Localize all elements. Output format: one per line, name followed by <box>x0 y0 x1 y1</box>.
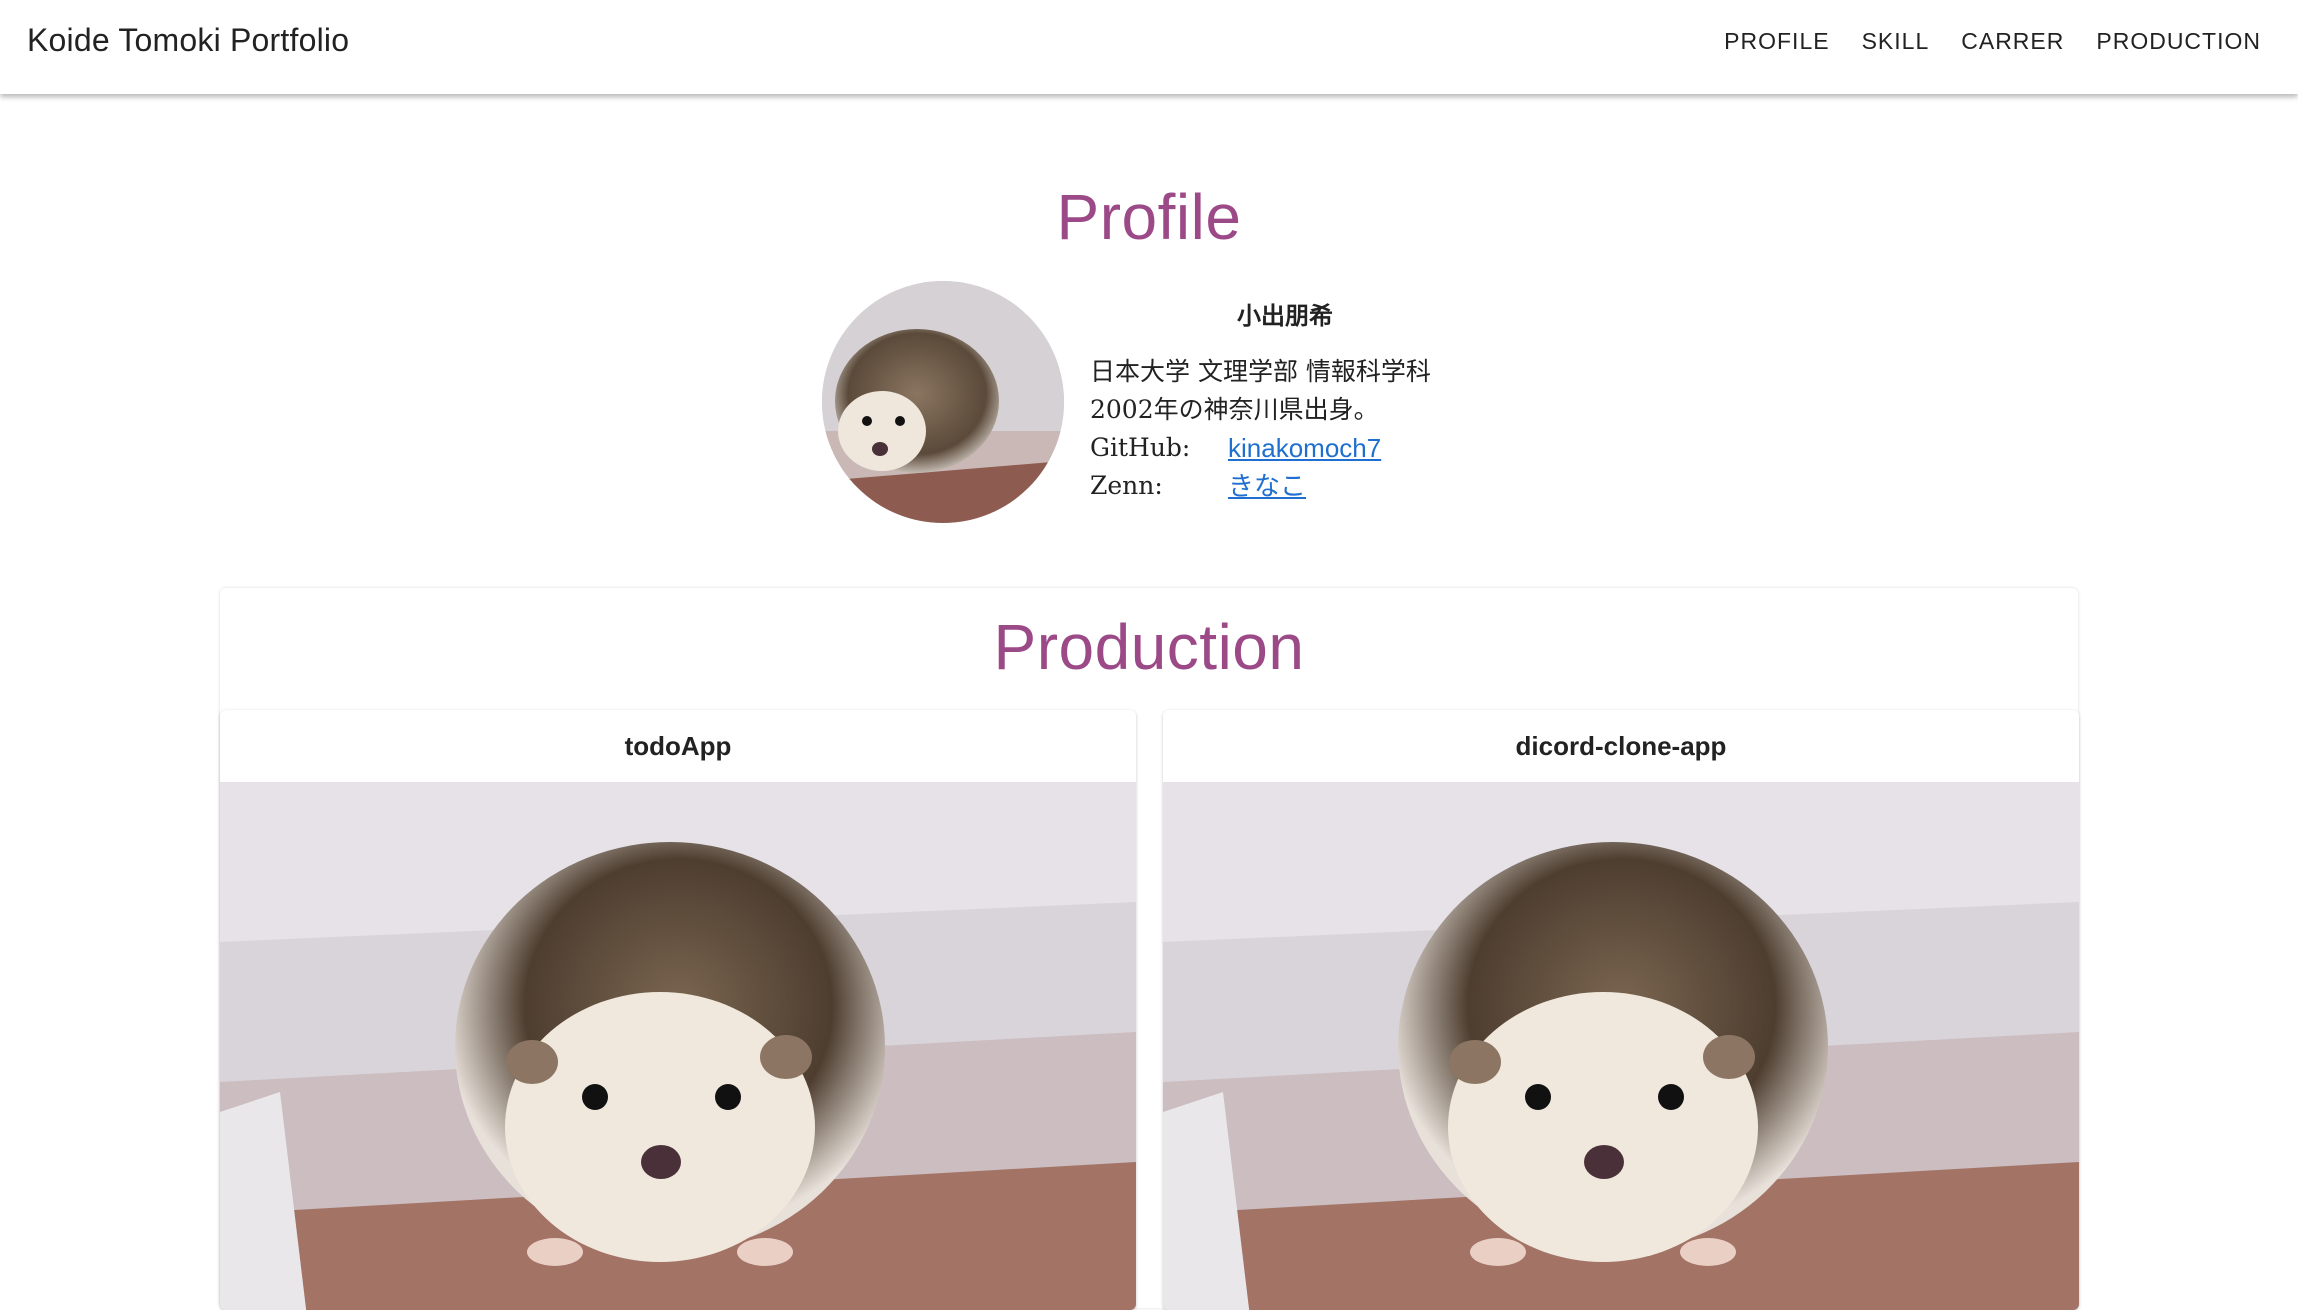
github-link[interactable]: kinakomoch7 <box>1228 429 1381 467</box>
production-card-title: dicord-clone-app <box>1515 731 1727 761</box>
github-row: GitHub: kinakomoch7 <box>1090 429 1480 467</box>
production-heading: Production <box>993 611 1305 683</box>
production-card-todoapp[interactable]: todoApp <box>220 710 1136 1310</box>
production-card-title: todoApp <box>624 731 732 761</box>
nav-item-production[interactable]: PRODUCTION <box>2096 28 2261 55</box>
zenn-row: Zenn: きなこ <box>1090 467 1480 505</box>
zenn-link[interactable]: きなこ <box>1228 467 1306 505</box>
site-title[interactable]: Koide Tomoki Portfolio <box>27 22 349 59</box>
profile-description-line1: 日本大学 文理学部 情報科学科 <box>1090 357 1431 386</box>
hedgehog-photo-icon <box>1163 782 2079 1310</box>
github-label: GitHub: <box>1090 433 1191 462</box>
hedgehog-photo-icon <box>822 281 1064 523</box>
profile-info: 小出朋希 日本大学 文理学部 情報科学科 2002年の神奈川県出身。 GitHu… <box>1090 296 1480 505</box>
production-card-image <box>220 782 1136 1310</box>
hedgehog-photo-icon <box>220 782 1136 1310</box>
profile-name: 小出朋希 <box>1237 303 1333 330</box>
nav-item-skill[interactable]: SKILL <box>1862 28 1930 55</box>
nav-item-carrer[interactable]: CARRER <box>1961 28 2064 55</box>
production-card-image <box>1163 782 2079 1310</box>
production-card-dicord-clone-app[interactable]: dicord-clone-app <box>1163 710 2079 1310</box>
avatar <box>822 281 1064 523</box>
main-nav: PROFILE SKILL CARRER PRODUCTION <box>1724 28 2261 55</box>
profile-description-line2: 2002年の神奈川県出身。 <box>1090 395 1379 424</box>
profile-heading: Profile <box>1056 181 1242 253</box>
nav-item-profile[interactable]: PROFILE <box>1724 28 1829 55</box>
app-bar: Koide Tomoki Portfolio PROFILE SKILL CAR… <box>0 0 2298 94</box>
zenn-label: Zenn: <box>1090 471 1163 500</box>
